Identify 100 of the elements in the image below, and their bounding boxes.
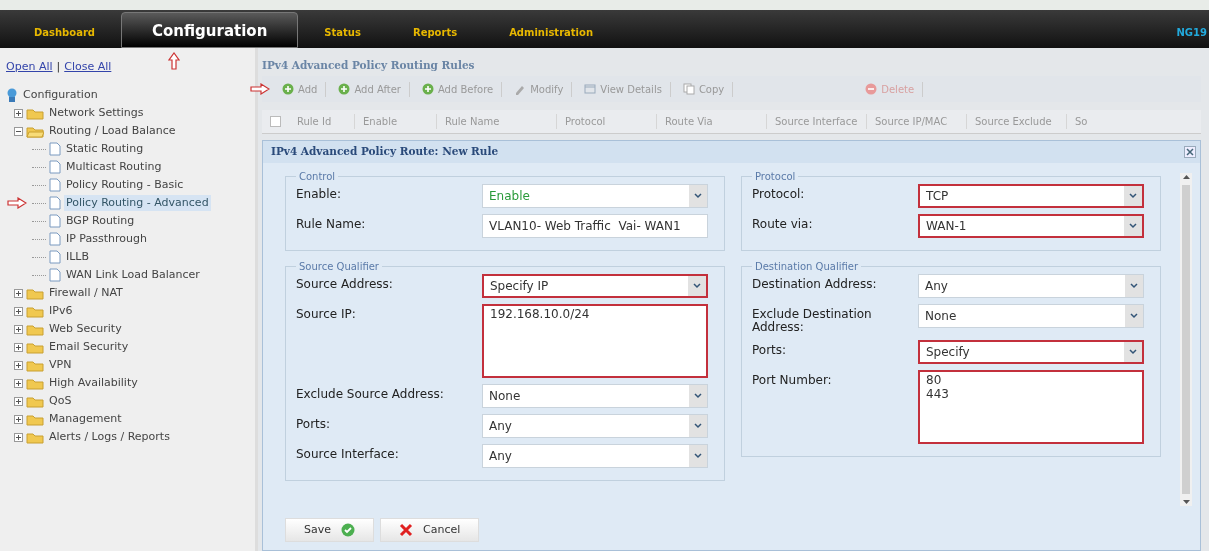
- tree-item[interactable]: Firewall / NAT: [47, 284, 125, 302]
- folder-icon: [26, 286, 44, 300]
- tree-item[interactable]: Multicast Routing: [64, 158, 164, 176]
- dropdown[interactable]: Specify: [918, 340, 1144, 365]
- tree-item[interactable]: Network Settings: [47, 104, 146, 122]
- column-header: Rule Id: [289, 114, 355, 129]
- field-label: Ports:: [296, 416, 332, 432]
- tree-item[interactable]: VPN: [47, 356, 74, 374]
- caret-icon: [694, 423, 702, 429]
- caret-icon: [1129, 193, 1137, 199]
- page-icon: [49, 142, 61, 156]
- folder-icon: [26, 376, 44, 390]
- tree-item[interactable]: Configuration: [21, 86, 100, 104]
- field-label: Source Interface:: [296, 446, 400, 462]
- save-button[interactable]: Save: [285, 517, 374, 542]
- checkbox[interactable]: [270, 116, 281, 127]
- scroll-down-icon: [1182, 499, 1190, 504]
- tree-item[interactable]: WAN Link Load Balancer: [64, 266, 202, 284]
- cancel-button[interactable]: Cancel: [380, 517, 480, 542]
- tree-item[interactable]: IPv6: [47, 302, 75, 320]
- folder-icon: [26, 394, 44, 408]
- tree-item[interactable]: Routing / Load Balance: [47, 122, 178, 140]
- close-button[interactable]: [1184, 146, 1196, 158]
- column-header: Rule Name: [437, 114, 557, 129]
- open-folder-icon: [26, 124, 44, 138]
- folder-icon: [26, 412, 44, 426]
- tree-item[interactable]: Policy Routing - Basic: [64, 176, 186, 194]
- caret-icon: [693, 283, 701, 289]
- nav-tab[interactable]: Status: [298, 18, 387, 48]
- add-icon: [338, 83, 351, 95]
- column-header: Source Interface: [767, 114, 867, 129]
- tree-item[interactable]: Email Security: [47, 338, 131, 356]
- page-icon: [49, 250, 61, 264]
- page-icon: [49, 268, 61, 282]
- caret-icon: [1129, 349, 1137, 356]
- folder-icon: [26, 340, 44, 354]
- dropdown[interactable]: Enable: [482, 184, 708, 208]
- column-header: Source IP/MAC: [867, 114, 967, 129]
- open-all-link[interactable]: Open All: [6, 58, 53, 76]
- check-icon: [341, 522, 355, 537]
- link-separator: |: [56, 58, 61, 75]
- copy-icon: [682, 83, 695, 95]
- column-header: Source Exclude: [967, 114, 1067, 129]
- scrollbar[interactable]: [1180, 173, 1192, 506]
- caret-icon: [1130, 313, 1138, 319]
- add-icon: [421, 83, 434, 95]
- dropdown[interactable]: WAN-1: [918, 214, 1144, 238]
- dropdown[interactable]: TCP: [918, 184, 1144, 208]
- caret-icon: [1130, 283, 1138, 289]
- add-icon: [282, 83, 294, 95]
- field-label: Exclude Destination Address:: [752, 306, 873, 335]
- text-area[interactable]: 192.168.10.0/24: [482, 304, 708, 378]
- folder-icon: [26, 322, 44, 336]
- nav-tab[interactable]: Administration: [483, 18, 620, 48]
- field-label: Rule Name:: [296, 216, 367, 232]
- caret-icon: [694, 453, 702, 459]
- tree-item[interactable]: Policy Routing - Advanced: [64, 194, 211, 212]
- tree-item[interactable]: QoS: [47, 392, 74, 410]
- dropdown[interactable]: None: [482, 384, 708, 408]
- field-label: Port Number:: [752, 372, 833, 388]
- dropdown[interactable]: Any: [918, 274, 1144, 298]
- nav-tab[interactable]: Dashboard: [8, 18, 121, 48]
- scroll-up-icon: [1182, 175, 1190, 179]
- field-label: Source IP:: [296, 306, 357, 322]
- tree-item[interactable]: Management: [47, 410, 124, 428]
- network-icon: [6, 88, 18, 102]
- panel-title: IPv4 Advanced Policy Routing Rules: [262, 58, 476, 73]
- page-icon: [49, 196, 61, 210]
- field-label: Source Address:: [296, 276, 394, 292]
- dropdown[interactable]: Any: [482, 414, 708, 438]
- caret-icon: [694, 393, 702, 399]
- page-icon: [49, 232, 61, 246]
- field-label: Exclude Source Address:: [296, 386, 445, 402]
- column-header: So: [1074, 115, 1089, 129]
- pencil-icon: [514, 83, 527, 95]
- tree-item[interactable]: High Availability: [47, 374, 140, 392]
- dropdown[interactable]: Specify IP: [482, 274, 708, 298]
- tree-item[interactable]: ILLB: [64, 248, 92, 266]
- dropdown[interactable]: None: [918, 304, 1144, 328]
- close-icon: [399, 522, 413, 537]
- caret-icon: [694, 193, 702, 199]
- tree-item[interactable]: Web Security: [47, 320, 124, 338]
- nav-tab[interactable]: Configuration: [121, 12, 299, 48]
- tree-item[interactable]: Alerts / Logs / Reports: [47, 428, 172, 446]
- dropdown[interactable]: Any: [482, 444, 708, 468]
- nav-tab[interactable]: Reports: [386, 18, 484, 48]
- tree-item[interactable]: Static Routing: [64, 140, 146, 158]
- close-icon: [1184, 146, 1196, 158]
- text-field[interactable]: VLAN10- Web Traffic Vai- WAN1: [482, 214, 708, 238]
- minus-icon: [865, 83, 878, 95]
- text-area[interactable]: 80 443: [918, 370, 1144, 445]
- tree-item[interactable]: BGP Routing: [64, 212, 137, 230]
- folder-icon: [26, 106, 44, 120]
- caret-icon: [1129, 223, 1137, 229]
- tree-item[interactable]: IP Passthrough: [64, 230, 149, 248]
- section-title: Protocol: [754, 170, 797, 184]
- close-all-link[interactable]: Close All: [64, 58, 112, 76]
- section-title: Destination Qualifier: [754, 260, 860, 274]
- header-text: NG19: [1176, 26, 1208, 40]
- column-header: Enable: [355, 114, 437, 129]
